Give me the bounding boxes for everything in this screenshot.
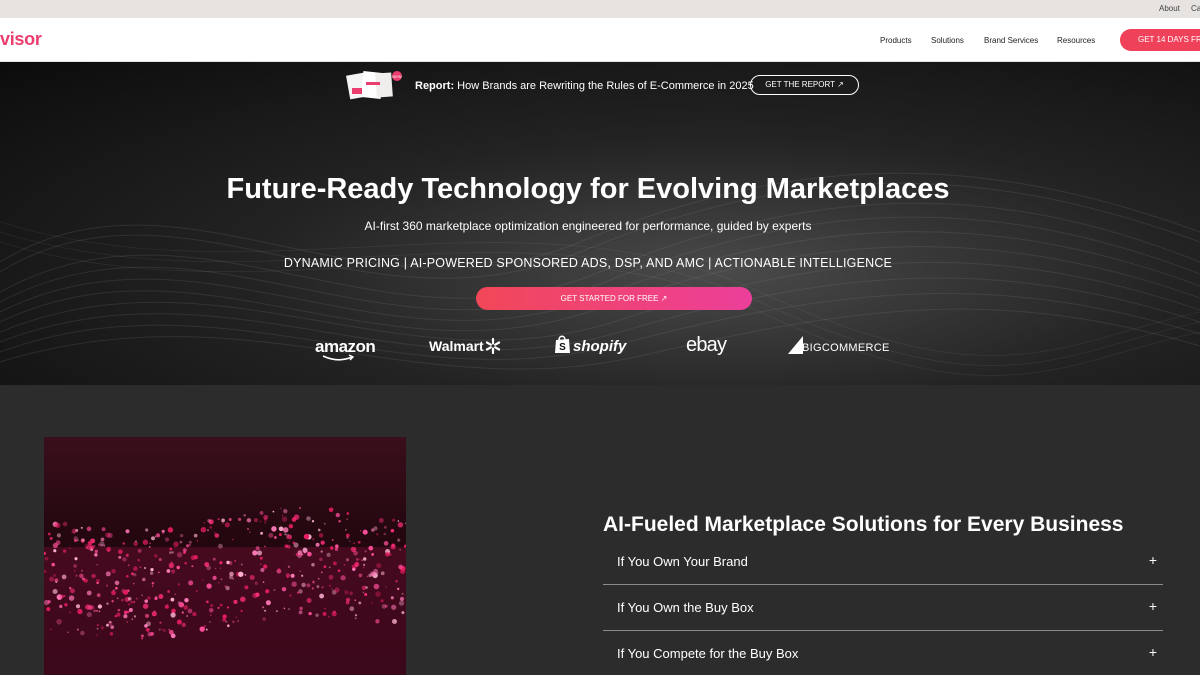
report-banner-text: Report: How Brands are Rewriting the Rul… xyxy=(415,80,754,92)
logo[interactable]: visor xyxy=(0,29,42,50)
hero-tagline: DYNAMIC PRICING | AI-POWERED SPONSORED A… xyxy=(283,256,893,270)
nav-link-resources[interactable]: Resources xyxy=(1057,36,1095,45)
walmart-spark-icon xyxy=(485,337,501,355)
expand-plus-icon[interactable]: + xyxy=(1149,598,1157,614)
amazon-smile-icon xyxy=(322,354,355,361)
hero-title: Future-Ready Technology for Evolving Mar… xyxy=(226,173,950,205)
solutions-section: AI-Fueled Marketplace Solutions for Ever… xyxy=(0,385,1200,675)
nav-link-products[interactable]: Products xyxy=(880,36,912,45)
nav-link-solutions[interactable]: Solutions xyxy=(931,36,964,45)
report-thumbnail-icon: NEW xyxy=(346,71,402,100)
report-title: How Brands are Rewriting the Rules of E-… xyxy=(457,80,754,92)
get-started-button[interactable]: GET STARTED FOR FREE ↗ xyxy=(476,287,752,310)
hero-subtitle: AI-first 360 marketplace optimization en… xyxy=(364,219,812,233)
expand-plus-icon[interactable]: + xyxy=(1149,552,1157,568)
utility-link-cart[interactable]: Ca xyxy=(1191,4,1200,13)
accordion-item-own-buy-box[interactable]: If You Own the Buy Box + xyxy=(603,585,1163,631)
get-report-button[interactable]: GET THE REPORT ↗ xyxy=(750,75,859,95)
report-prefix: Report: xyxy=(415,80,455,92)
bigcommerce-logo: BIGCOMMERCE xyxy=(802,342,890,354)
nav-link-brand-services[interactable]: Brand Services xyxy=(984,36,1038,45)
particles-image xyxy=(44,437,406,675)
walmart-logo: Walmart xyxy=(429,338,484,354)
shopify-bag-icon: S xyxy=(555,335,570,353)
accordion-label: If You Own the Buy Box xyxy=(617,600,754,615)
particle-field-graphic xyxy=(44,506,406,675)
hero-section: NEW Report: How Brands are Rewriting the… xyxy=(0,62,1200,385)
accordion-label: If You Own Your Brand xyxy=(617,554,748,569)
main-nav: visor Products Solutions Brand Services … xyxy=(0,18,1200,62)
utility-bar: About Ca xyxy=(0,0,1200,18)
free-trial-button[interactable]: GET 14 DAYS FREE xyxy=(1120,29,1200,51)
shopify-logo: shopify xyxy=(573,338,627,355)
accordion-label: If You Compete for the Buy Box xyxy=(617,646,799,661)
ebay-logo: ebay xyxy=(686,334,727,356)
solutions-title: AI-Fueled Marketplace Solutions for Ever… xyxy=(603,513,1124,536)
new-badge: NEW xyxy=(392,74,402,79)
svg-text:S: S xyxy=(559,342,566,353)
accordion-item-own-brand[interactable]: If You Own Your Brand + xyxy=(603,539,1163,585)
accordion-item-compete-buy-box[interactable]: If You Compete for the Buy Box + xyxy=(603,631,1163,675)
utility-link-about[interactable]: About xyxy=(1159,4,1180,13)
expand-plus-icon[interactable]: + xyxy=(1149,644,1157,660)
